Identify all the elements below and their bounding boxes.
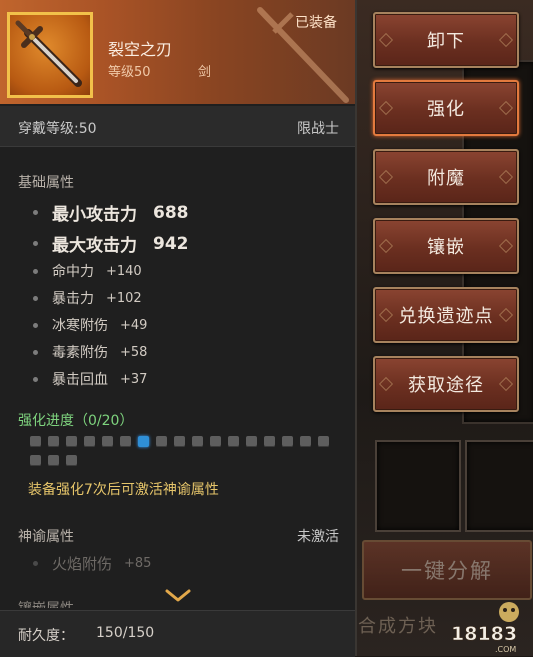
enhance-pip [66,436,77,447]
attribute-row: 火焰附伤 +85 [33,553,151,574]
attribute-value: +140 [106,263,142,279]
attribute-name: 暴击力 [52,291,94,307]
inlay-button[interactable]: 镶嵌 [373,218,519,274]
unequip-button[interactable]: 卸下 [373,12,519,68]
bullet-icon [33,322,38,328]
attribute-value: 942 [153,233,189,254]
enhance-pip [48,436,59,447]
enhance-pip [228,436,239,447]
inventory-slot [375,440,461,532]
divine-attributes-title: 神谕属性 [18,529,74,545]
attribute-row: 冰寒附伤 +49 [33,315,147,335]
bullet-icon [33,241,38,246]
attribute-row: 暴击力 +102 [33,288,142,308]
attribute-value: +49 [120,317,148,333]
exchange-relic-points-button[interactable]: 兑换遗迹点 [373,287,519,343]
item-tooltip-panel: 裂空之刃 等级50 剑 已装备 穿戴等级:50 限战士 基础属性 最小攻击力 6… [0,0,357,657]
item-header: 裂空之刃 等级50 剑 已装备 [0,0,355,104]
enchant-button[interactable]: 附魔 [373,149,519,205]
enhance-progress-pips [30,436,340,474]
bullet-icon [33,376,38,382]
watermark-logo: 18183 .COM [451,602,519,654]
enhance-pip [282,436,293,447]
enhance-pip [66,455,77,466]
attribute-name: 冰寒附伤 [52,318,108,334]
attribute-name: 火焰附伤 [52,555,113,573]
enhance-pip [30,436,41,447]
attribute-value: +102 [106,290,142,306]
attribute-row: 最大攻击力 942 [33,231,189,256]
enhance-pip [84,436,95,447]
attribute-value: +85 [124,556,152,571]
divine-status: 未激活 [297,529,339,545]
bullet-icon [33,561,38,566]
enhance-pip [30,455,41,466]
chevron-down-icon[interactable] [164,588,192,604]
attribute-value: +37 [120,371,148,387]
enhance-progress-title: 强化进度（0/20） [18,413,134,429]
enhance-pip [156,436,167,447]
obtain-method-button[interactable]: 获取途径 [373,356,519,412]
attribute-row: 命中力 +140 [33,261,142,281]
enhance-pip [138,436,149,447]
attribute-name: 最小攻击力 [52,205,137,225]
basic-attributes-title: 基础属性 [18,175,74,191]
enhance-button[interactable]: 强化 [373,80,519,136]
sword-icon [15,20,82,87]
enhance-pip [174,436,185,447]
bullet-icon [33,349,38,355]
attribute-row: 暴击回血 +37 [33,369,147,389]
durability-label: 耐久度： [18,628,74,644]
enhance-pip [264,436,275,447]
durability-bar: 耐久度： 150/150 [0,610,355,657]
attribute-row: 最小攻击力 688 [33,200,189,225]
durability-value: 150/150 [96,625,155,641]
enhance-pip [246,436,257,447]
class-limit: 限战士 [297,121,339,137]
enhance-pip [318,436,329,447]
bullet-icon [33,268,38,274]
cut-off-section-title: 镶嵌属性 [18,598,74,608]
one-click-decompose-button: 一键分解 [362,540,532,600]
item-name: 裂空之刃 [108,40,173,59]
enhance-pip [300,436,311,447]
enhance-pip [48,455,59,466]
item-icon[interactable] [7,12,93,98]
requirement-bar: 穿戴等级:50 限战士 [0,106,355,147]
enhance-pip [120,436,131,447]
enhance-pip [102,436,113,447]
background-text: 合成方块 [358,616,438,637]
inventory-slot [465,440,533,532]
item-level: 等级50 [108,65,151,80]
item-type: 剑 [198,65,212,80]
svg-text:.COM: .COM [495,645,516,654]
attribute-name: 命中力 [52,264,94,280]
wear-level: 穿戴等级:50 [18,121,97,137]
attribute-value: +58 [120,344,148,360]
svg-text:18183: 18183 [451,623,517,645]
enhance-pip [192,436,203,447]
attribute-name: 毒素附伤 [52,345,108,361]
equipped-status: 已装备 [295,15,337,31]
enhance-pip [210,436,221,447]
attribute-name: 暴击回血 [52,372,108,388]
bullet-icon [33,210,38,215]
attribute-row: 毒素附伤 +58 [33,342,147,362]
attribute-name: 最大攻击力 [52,236,137,256]
bullet-icon [33,295,38,301]
attribute-value: 688 [153,202,189,223]
enhance-note: 装备强化7次后可激活神谕属性 [28,482,219,498]
